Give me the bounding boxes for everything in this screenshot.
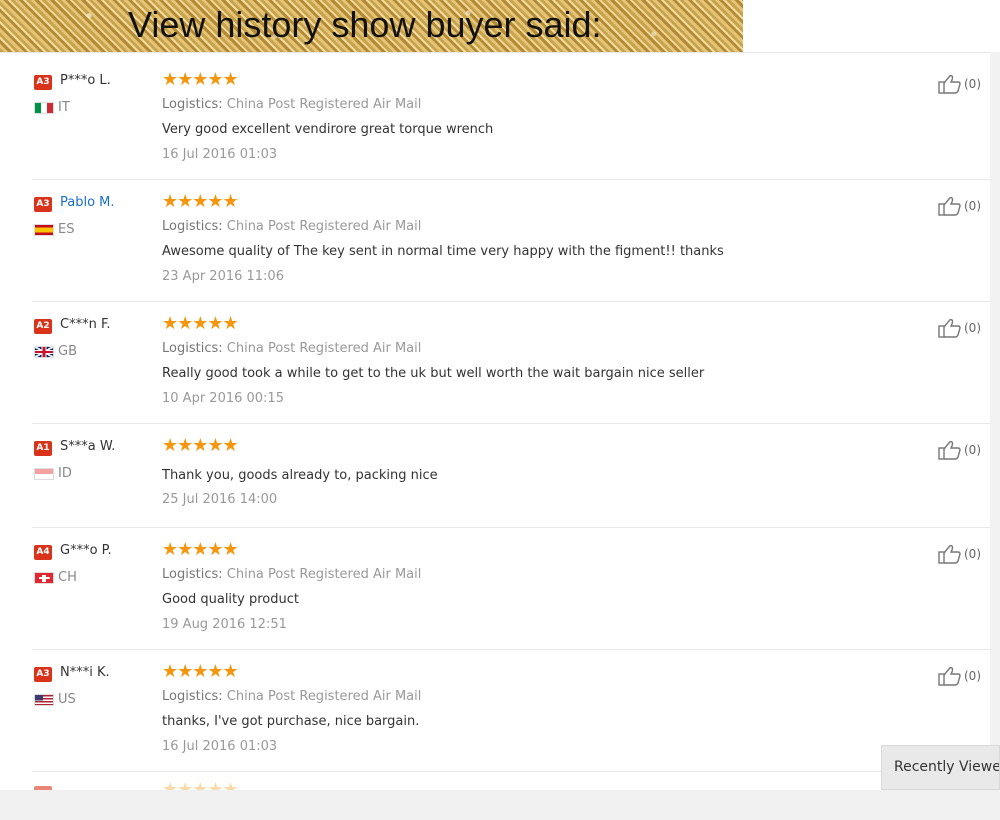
- thumbs-up-icon: [938, 440, 961, 460]
- flag-gb-icon: [34, 346, 54, 358]
- review-text: Really good took a while to get to the u…: [162, 366, 705, 381]
- flag-us-icon: [34, 694, 54, 706]
- buyer-level-badge: A3: [34, 197, 52, 212]
- helpful-button[interactable]: (0): [938, 544, 981, 564]
- logistics-value: China Post Registered Air Mail: [226, 567, 422, 582]
- scroll-gutter: [990, 52, 1000, 792]
- thumbs-up-icon: [938, 74, 961, 94]
- buyer-level-badge: A3: [34, 75, 52, 90]
- review-text: thanks, I've got purchase, nice bargain.: [162, 714, 420, 729]
- buyer-country: ID: [58, 466, 72, 481]
- review-date: 25 Jul 2016 14:00: [162, 492, 278, 507]
- helpful-count: (0): [964, 77, 981, 91]
- recently-viewed-button[interactable]: Recently Viewed: [881, 745, 1000, 790]
- logistics-info: Logistics: China Post Registered Air Mai…: [162, 689, 421, 704]
- flag-it-icon: [34, 102, 54, 114]
- helpful-count: (0): [964, 547, 981, 561]
- logistics-value: China Post Registered Air Mail: [226, 689, 422, 704]
- buyer-country: CH: [58, 570, 77, 585]
- bottom-bar: [0, 790, 1000, 820]
- helpful-button[interactable]: (0): [938, 666, 981, 686]
- review-item: A1 S***a W. ID ★★★★★ Thank you, goods al…: [32, 424, 990, 528]
- review-text: Good quality product: [162, 592, 299, 607]
- logistics-value: China Post Registered Air Mail: [226, 219, 422, 234]
- logistics-label: Logistics:: [162, 689, 223, 704]
- buyer-name: P***o L.: [60, 73, 111, 88]
- logistics-label: Logistics:: [162, 567, 223, 582]
- helpful-button[interactable]: (0): [938, 196, 981, 216]
- logistics-info: Logistics: China Post Registered Air Mai…: [162, 97, 421, 112]
- review-item: A4 G***o P. CH ★★★★★ Logistics: China Po…: [32, 528, 990, 650]
- buyer-name: C***n F.: [60, 317, 111, 332]
- logistics-info: Logistics: China Post Registered Air Mai…: [162, 219, 421, 234]
- logistics-label: Logistics:: [162, 219, 223, 234]
- helpful-count: (0): [964, 199, 981, 213]
- buyer-level-badge: A3: [34, 667, 52, 682]
- review-text: Thank you, goods already to, packing nic…: [162, 468, 438, 483]
- buyer-country: IT: [58, 100, 70, 115]
- buyer-name: S***a W.: [60, 439, 116, 454]
- review-date: 19 Aug 2016 12:51: [162, 617, 287, 632]
- thumbs-up-icon: [938, 544, 961, 564]
- rating-stars: ★★★★★: [162, 435, 239, 456]
- review-item: A2 C***n F. GB ★★★★★ Logistics: China Po…: [32, 302, 990, 424]
- buyer-level-badge: A4: [34, 545, 52, 560]
- logistics-value: China Post Registered Air Mail: [226, 341, 422, 356]
- divider: [0, 52, 1000, 53]
- buyer-name: G***o P.: [60, 543, 112, 558]
- rating-stars: ★★★★★: [162, 69, 239, 90]
- rating-stars: ★★★★★: [162, 191, 239, 212]
- rating-stars: ★★★★★: [162, 313, 239, 334]
- helpful-count: (0): [964, 321, 981, 335]
- review-item: A3 N***i K. US ★★★★★ Logistics: China Po…: [32, 650, 990, 772]
- thumbs-up-icon: [938, 318, 961, 338]
- review-item: A3 P***o L. IT ★★★★★ Logistics: China Po…: [32, 58, 990, 180]
- review-text: Awesome quality of The key sent in norma…: [162, 244, 724, 259]
- buyer-country: GB: [58, 344, 77, 359]
- review-date: 16 Jul 2016 01:03: [162, 739, 278, 754]
- banner-title: View history show buyer said:: [128, 4, 602, 45]
- review-date: 23 Apr 2016 11:06: [162, 269, 284, 284]
- helpful-count: (0): [964, 443, 981, 457]
- logistics-label: Logistics:: [162, 341, 223, 356]
- rating-stars: ★★★★★: [162, 661, 239, 682]
- rating-stars: ★★★★★: [162, 539, 239, 560]
- logistics-label: Logistics:: [162, 97, 223, 112]
- flag-ch-icon: [34, 572, 54, 584]
- review-item-partial: ★★★★★: [32, 772, 990, 800]
- buyer-name-link[interactable]: Pablo M.: [60, 195, 115, 210]
- flag-id-icon: [34, 468, 54, 480]
- buyer-name: N***i K.: [60, 665, 110, 680]
- review-date: 16 Jul 2016 01:03: [162, 147, 278, 162]
- buyer-level-badge: A2: [34, 319, 52, 334]
- helpful-button[interactable]: (0): [938, 318, 981, 338]
- buyer-level-badge: A1: [34, 441, 52, 456]
- header-banner: View history show buyer said:: [0, 0, 743, 52]
- review-date: 10 Apr 2016 00:15: [162, 391, 284, 406]
- helpful-button[interactable]: (0): [938, 74, 981, 94]
- helpful-count: (0): [964, 669, 981, 683]
- logistics-info: Logistics: China Post Registered Air Mai…: [162, 341, 421, 356]
- thumbs-up-icon: [938, 196, 961, 216]
- review-text: Very good excellent vendirore great torq…: [162, 122, 494, 137]
- thumbs-up-icon: [938, 666, 961, 686]
- helpful-button[interactable]: (0): [938, 440, 981, 460]
- feedback-list: A3 P***o L. IT ★★★★★ Logistics: China Po…: [0, 58, 990, 800]
- buyer-country: US: [58, 692, 76, 707]
- flag-es-icon: [34, 224, 54, 236]
- logistics-value: China Post Registered Air Mail: [226, 97, 422, 112]
- review-item: A3 Pablo M. ES ★★★★★ Logistics: China Po…: [32, 180, 990, 302]
- buyer-country: ES: [58, 222, 75, 237]
- logistics-info: Logistics: China Post Registered Air Mai…: [162, 567, 421, 582]
